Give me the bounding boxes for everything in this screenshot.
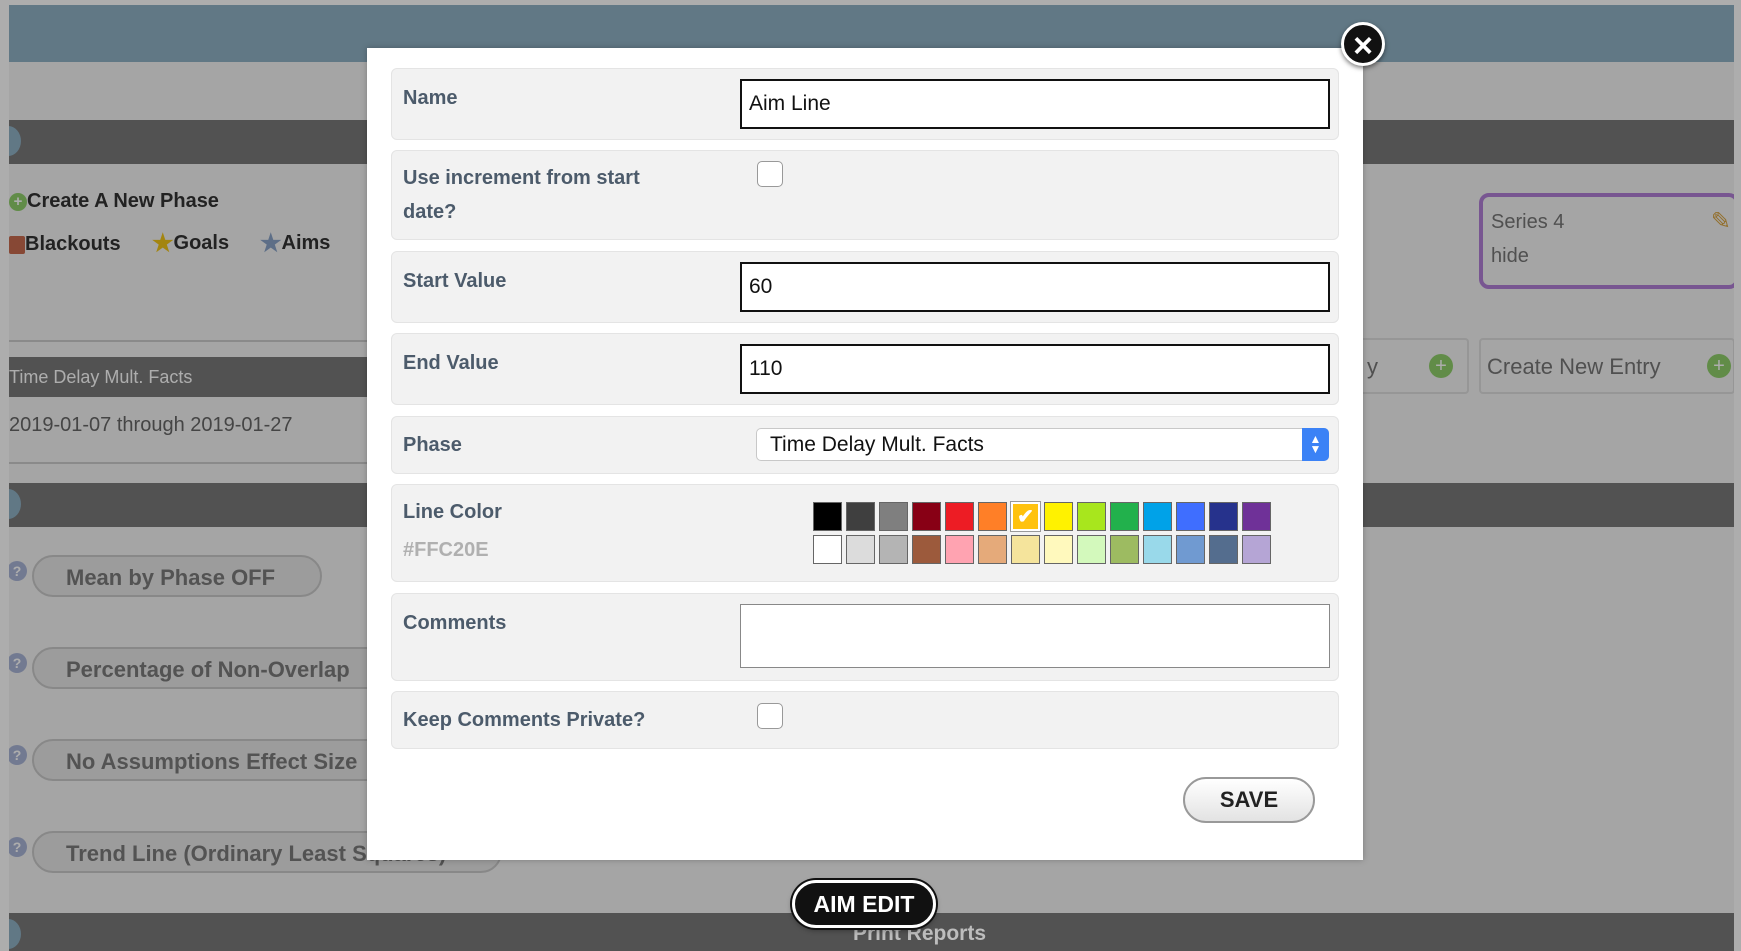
start-value-input[interactable] [740, 262, 1330, 312]
color-swatch[interactable] [1176, 535, 1205, 564]
line-color-hex: #FFC20E [403, 539, 489, 561]
color-swatch[interactable] [1110, 535, 1139, 564]
color-swatch[interactable] [879, 502, 908, 531]
color-swatch[interactable] [912, 535, 941, 564]
end-value-row: End Value [391, 333, 1339, 405]
color-swatch[interactable] [879, 535, 908, 564]
color-swatch[interactable] [1143, 502, 1172, 531]
select-arrows-icon: ▲ ▼ [1302, 428, 1329, 461]
keep-private-row: Keep Comments Private? [391, 691, 1339, 749]
color-swatch[interactable]: ✔ [1010, 501, 1041, 532]
line-color-label: Line Color [403, 501, 502, 523]
end-value-input[interactable] [740, 344, 1330, 394]
start-value-label: Start Value [403, 270, 507, 292]
aim-edit-badge: AIM EDIT [792, 880, 936, 928]
color-swatch[interactable] [1242, 535, 1271, 564]
color-swatch[interactable] [846, 502, 875, 531]
close-icon[interactable]: × [1341, 22, 1385, 66]
phase-select[interactable]: Time Delay Mult. Facts ▲ ▼ [756, 428, 1329, 461]
name-input[interactable] [740, 79, 1330, 129]
color-palette: ✔ [813, 501, 1271, 564]
phase-label: Phase [403, 434, 462, 456]
increment-checkbox[interactable] [757, 161, 783, 187]
color-swatch[interactable] [1044, 502, 1073, 531]
start-value-row: Start Value [391, 251, 1339, 323]
color-swatch[interactable] [1143, 535, 1172, 564]
phase-row: Phase Time Delay Mult. Facts ▲ ▼ [391, 416, 1339, 474]
name-row: Name [391, 68, 1339, 140]
color-swatch[interactable] [1209, 502, 1238, 531]
comments-row: Comments [391, 593, 1339, 681]
color-swatch[interactable] [1110, 502, 1139, 531]
phase-selected-value: Time Delay Mult. Facts [770, 433, 984, 456]
save-button[interactable]: SAVE [1183, 777, 1315, 823]
color-swatch[interactable] [813, 535, 842, 564]
increment-label-line2: date? [403, 201, 457, 223]
color-swatch[interactable] [1242, 502, 1271, 531]
color-swatch[interactable] [945, 502, 974, 531]
color-swatch[interactable] [846, 535, 875, 564]
aim-edit-dialog: Name Use increment from start date? Star… [367, 48, 1363, 860]
line-color-row: Line Color #FFC20E ✔ [391, 484, 1339, 582]
color-swatch[interactable] [1044, 535, 1073, 564]
color-swatch[interactable] [945, 535, 974, 564]
keep-private-label: Keep Comments Private? [403, 709, 646, 731]
increment-label-line1: Use increment from start [403, 167, 640, 189]
color-swatch[interactable] [912, 502, 941, 531]
end-value-label: End Value [403, 352, 499, 374]
color-swatch[interactable] [1176, 502, 1205, 531]
color-swatch[interactable] [813, 502, 842, 531]
color-swatch[interactable] [978, 535, 1007, 564]
color-swatch[interactable] [978, 502, 1007, 531]
color-swatch[interactable] [1077, 535, 1106, 564]
comments-label: Comments [403, 612, 507, 634]
increment-row: Use increment from start date? [391, 150, 1339, 240]
color-swatch[interactable] [1011, 535, 1040, 564]
name-label: Name [403, 87, 458, 109]
comments-textarea[interactable] [740, 604, 1330, 668]
color-swatch[interactable] [1209, 535, 1238, 564]
color-swatch[interactable] [1077, 502, 1106, 531]
keep-private-checkbox[interactable] [757, 703, 783, 729]
